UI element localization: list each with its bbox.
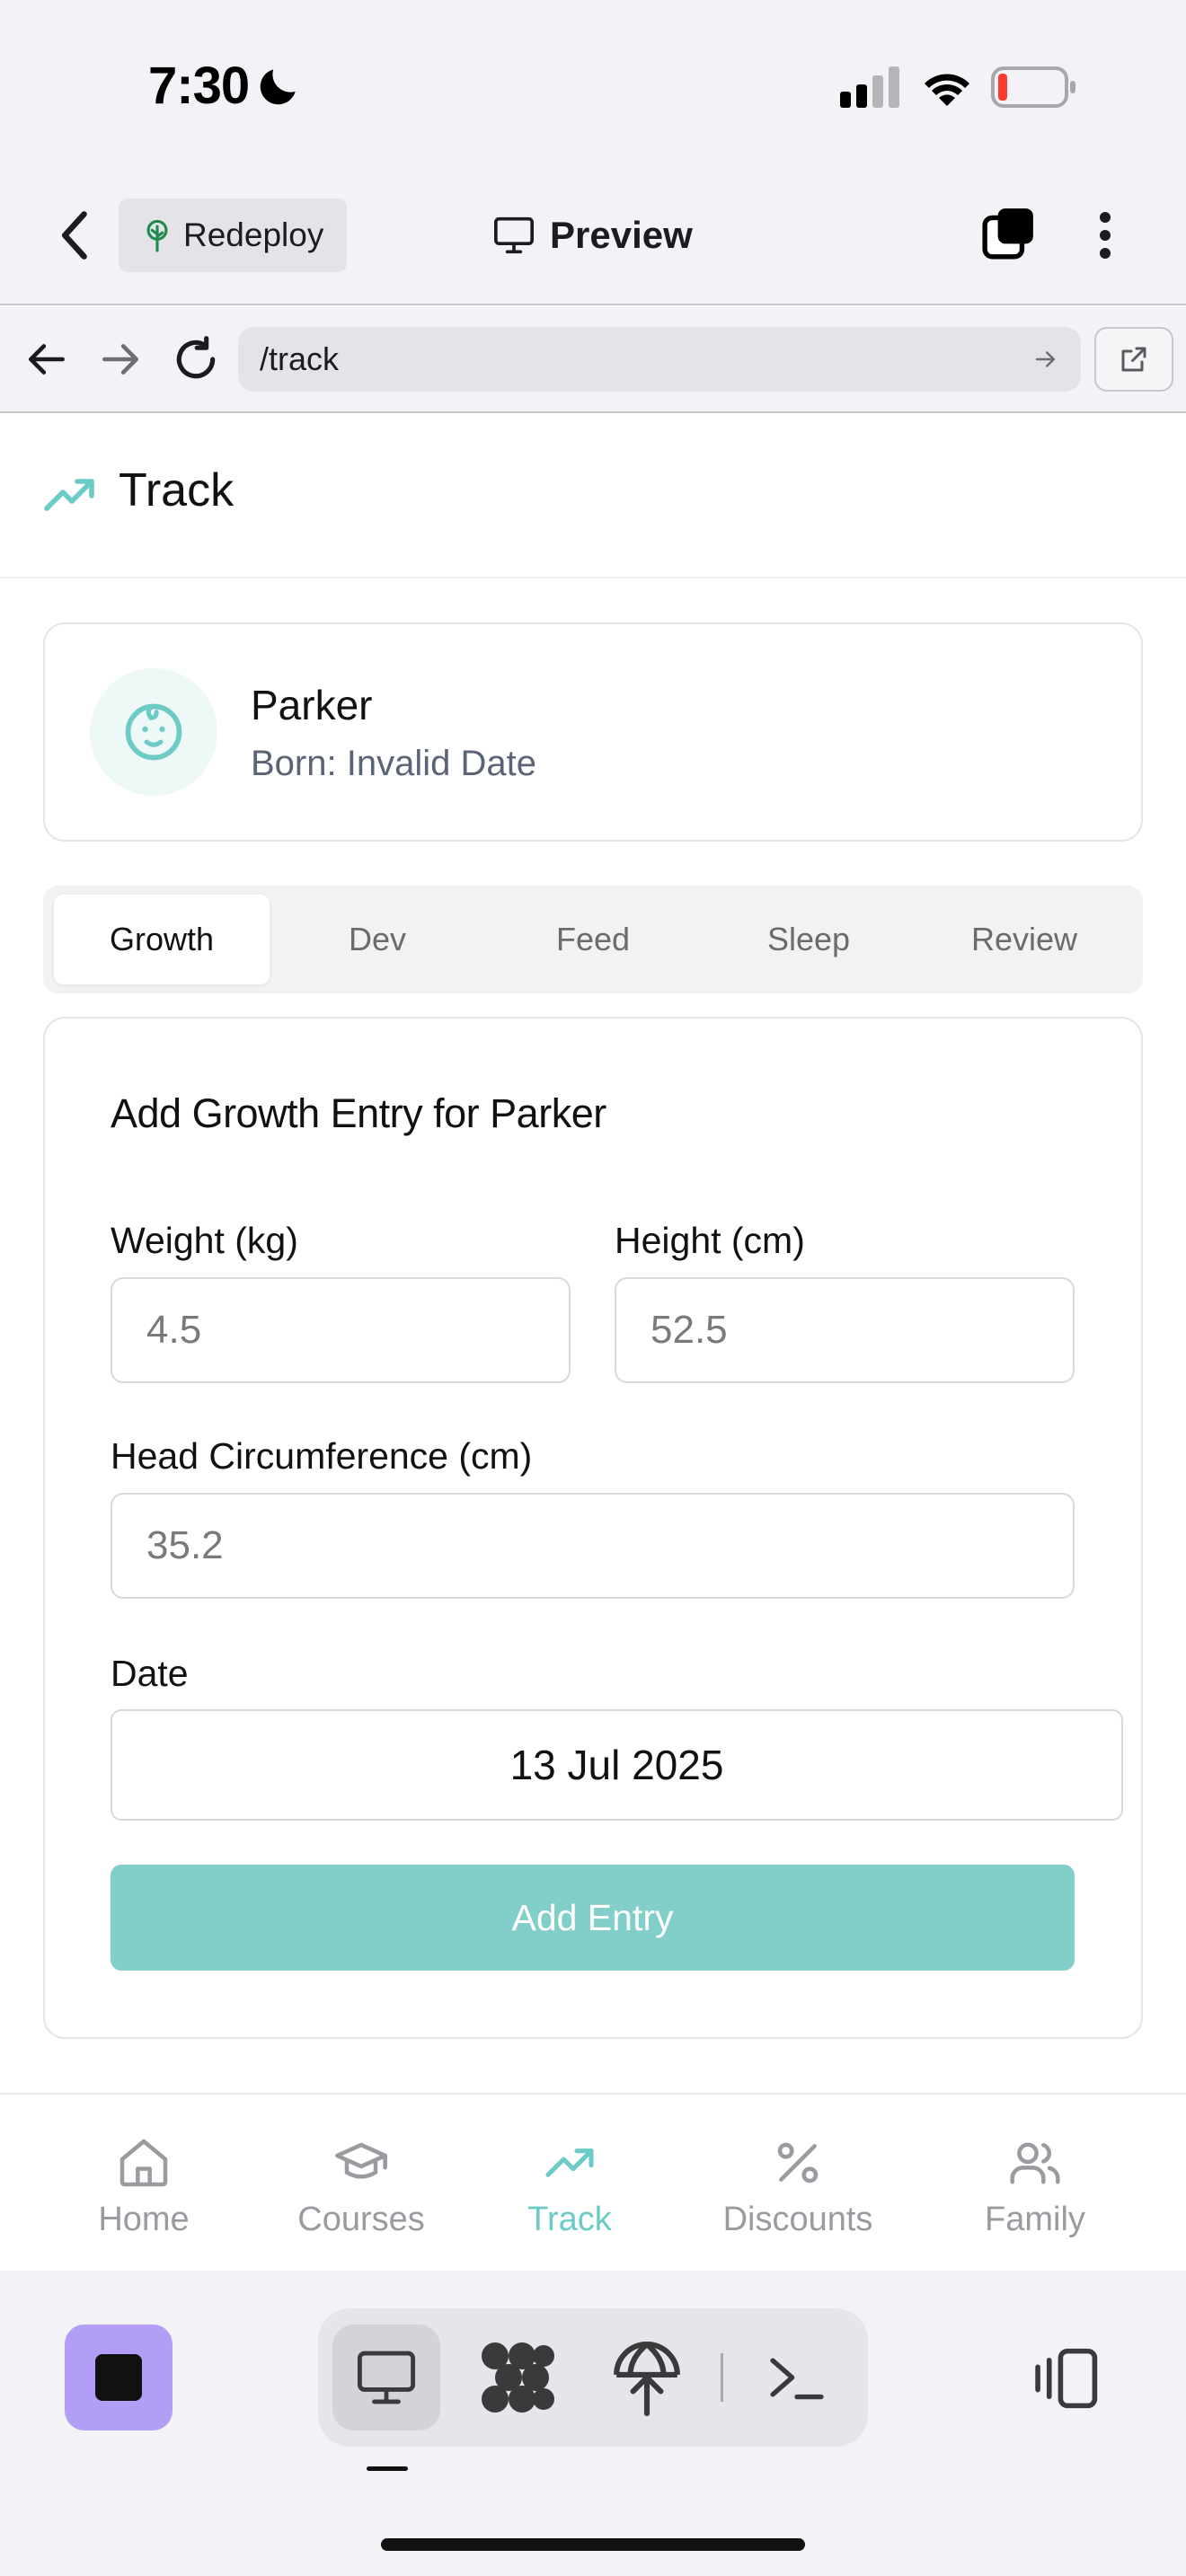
height-input[interactable] xyxy=(615,1277,1075,1383)
graduation-cap-icon xyxy=(335,2142,387,2179)
child-birth-date: Born: Invalid Date xyxy=(251,744,536,783)
page-title: Track xyxy=(119,464,235,516)
baby-face-icon xyxy=(125,703,182,761)
child-name: Parker xyxy=(251,682,373,728)
head-circumference-label: Head Circumference (cm) xyxy=(111,1435,533,1477)
more-options-icon[interactable] xyxy=(1087,208,1123,262)
moon-icon xyxy=(260,69,296,105)
date-label: Date xyxy=(111,1653,189,1694)
height-label: Height (cm) xyxy=(615,1220,805,1261)
url-input[interactable]: /track xyxy=(238,327,1081,392)
preview-mode-button[interactable] xyxy=(332,2325,440,2430)
arrow-right-icon[interactable] xyxy=(97,337,142,382)
deploy-icon[interactable] xyxy=(611,2337,683,2418)
nav-track-label: Track xyxy=(527,2201,612,2238)
stop-button[interactable] xyxy=(65,2325,173,2430)
nav-family[interactable]: Family xyxy=(945,2134,1125,2239)
head-circumference-input[interactable] xyxy=(111,1493,1075,1599)
percent-icon xyxy=(777,2142,819,2183)
arrow-left-icon[interactable] xyxy=(25,337,70,382)
home-indicator xyxy=(381,2538,805,2551)
tab-growth[interactable]: Growth xyxy=(54,895,270,984)
toolbar-divider xyxy=(721,2353,723,2402)
avatar xyxy=(90,668,217,796)
trending-up-icon xyxy=(545,2148,594,2177)
redeploy-button[interactable]: Redeploy xyxy=(119,198,347,272)
url-text: /track xyxy=(260,340,340,377)
tree-icon xyxy=(146,219,168,252)
weight-label: Weight (kg) xyxy=(111,1220,298,1261)
users-icon xyxy=(1010,2142,1060,2184)
nav-courses-label: Courses xyxy=(297,2201,425,2238)
cellular-signal-icon xyxy=(840,66,899,108)
active-mode-indicator xyxy=(367,2466,408,2471)
nav-discounts[interactable]: Discounts xyxy=(708,2134,888,2239)
apps-grid-icon[interactable] xyxy=(476,2337,557,2418)
nav-discounts-label: Discounts xyxy=(722,2201,873,2238)
back-chevron-icon[interactable] xyxy=(56,208,97,262)
tabs-icon[interactable] xyxy=(981,207,1037,262)
tracking-tabs: Growth Dev Feed Sleep Review xyxy=(43,886,1143,993)
stop-icon xyxy=(95,2354,142,2401)
home-icon xyxy=(119,2139,168,2187)
monitor-icon xyxy=(357,2351,416,2404)
date-input[interactable]: 13 Jul 2025 xyxy=(111,1709,1123,1821)
status-time: 7:30 xyxy=(148,57,250,115)
weight-input[interactable] xyxy=(111,1277,571,1383)
nav-home[interactable]: Home xyxy=(54,2134,234,2239)
redeploy-label: Redeploy xyxy=(183,216,324,253)
nav-courses[interactable]: Courses xyxy=(271,2134,451,2239)
reload-icon[interactable] xyxy=(171,334,221,384)
nav-family-label: Family xyxy=(985,2201,1085,2238)
nav-home-label: Home xyxy=(98,2201,190,2238)
battery-icon xyxy=(991,66,1075,108)
nav-track[interactable]: Track xyxy=(480,2134,659,2239)
tab-sleep[interactable]: Sleep xyxy=(701,895,916,984)
tab-dev[interactable]: Dev xyxy=(270,895,485,984)
add-entry-button[interactable]: Add Entry xyxy=(111,1865,1075,1971)
go-arrow-icon[interactable] xyxy=(1032,346,1059,373)
preview-label: Preview xyxy=(550,214,693,256)
open-external-button[interactable] xyxy=(1094,327,1173,392)
monitor-icon xyxy=(494,216,534,254)
console-icon[interactable] xyxy=(766,2344,828,2411)
trending-up-icon xyxy=(44,479,94,511)
preview-title: Preview xyxy=(492,208,693,262)
panel-toggle-icon[interactable] xyxy=(1033,2344,1102,2413)
external-link-icon xyxy=(1121,347,1146,372)
wifi-icon xyxy=(925,74,969,106)
form-title: Add Growth Entry for Parker xyxy=(111,1090,606,1136)
tab-review[interactable]: Review xyxy=(916,895,1132,984)
tab-feed[interactable]: Feed xyxy=(485,895,701,984)
